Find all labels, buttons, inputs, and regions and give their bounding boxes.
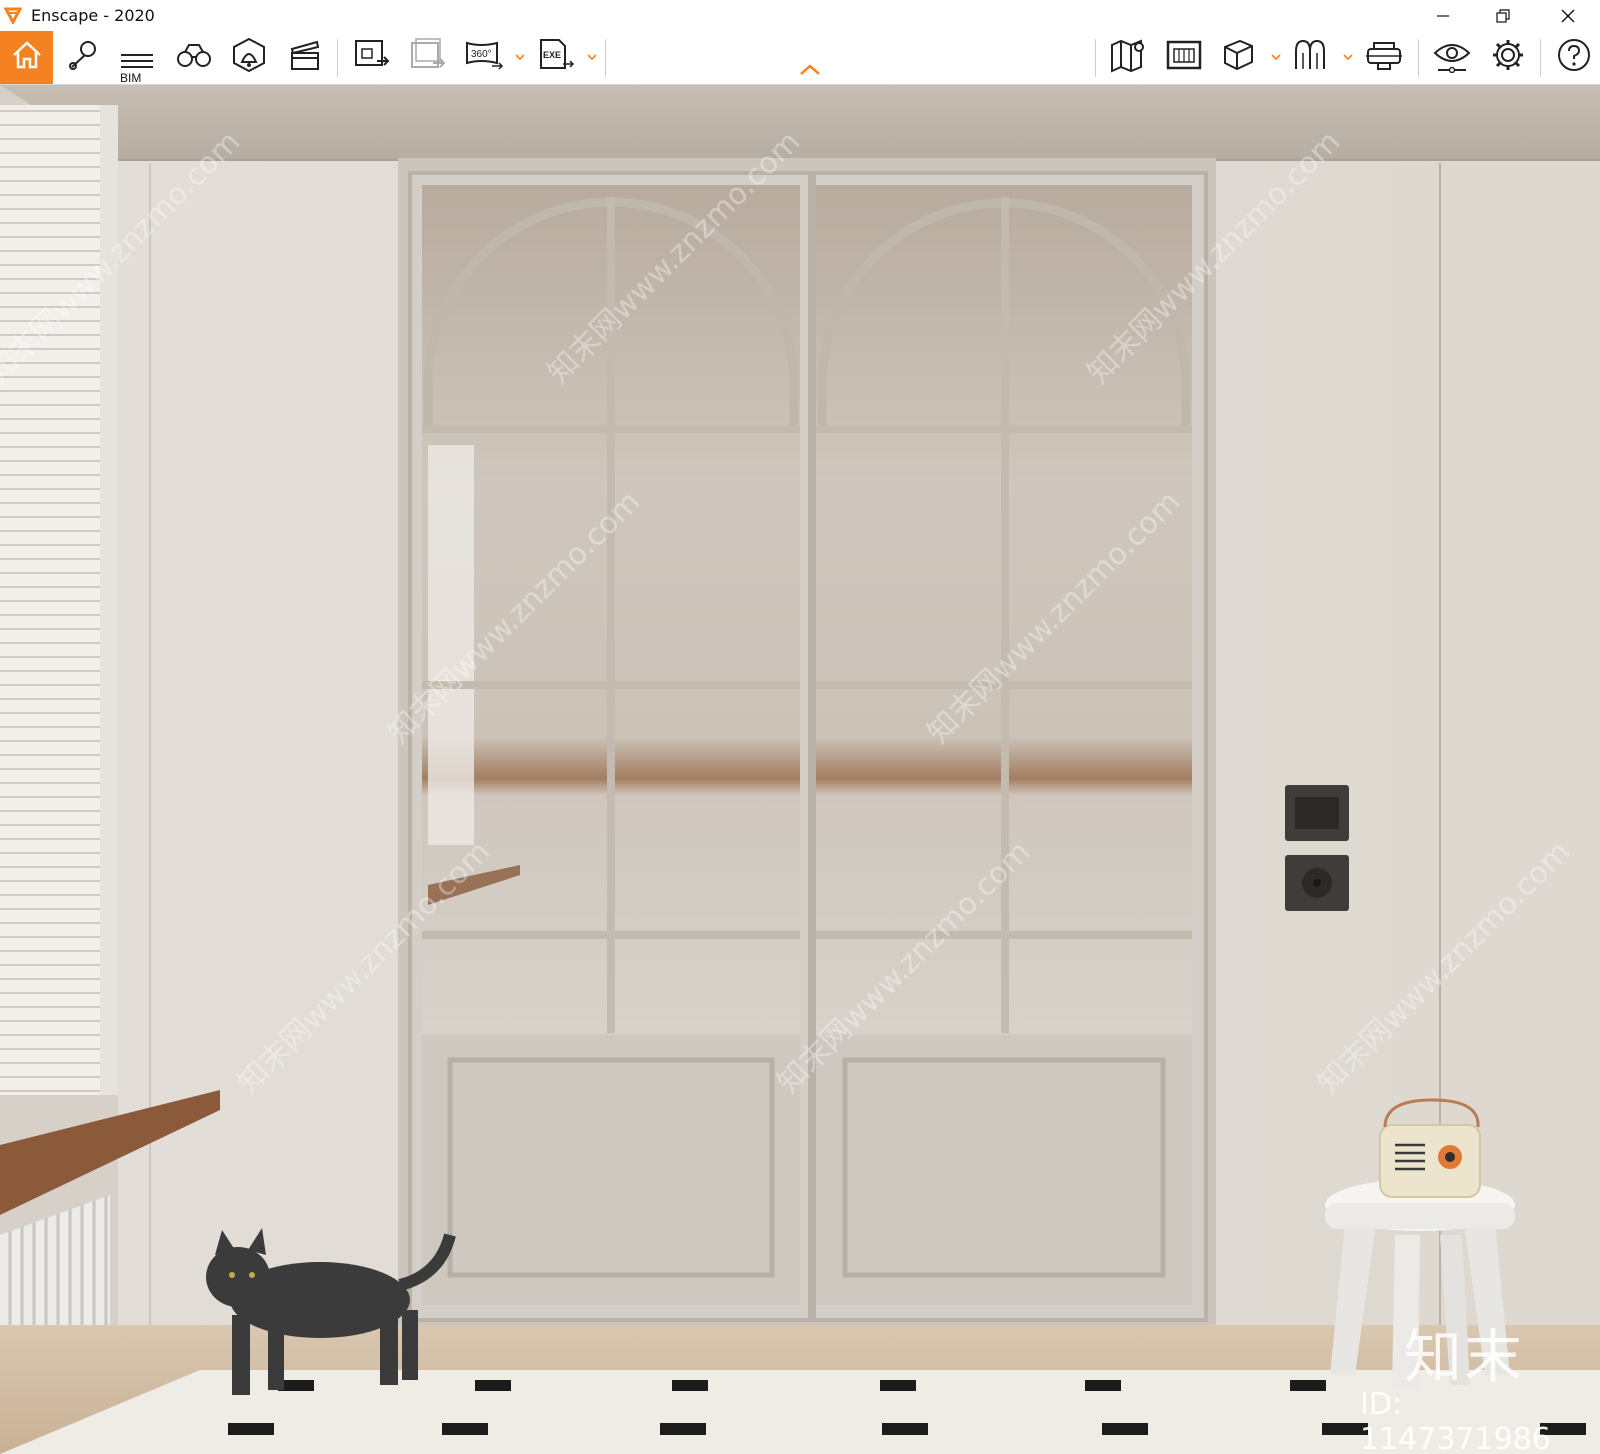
model-button[interactable] [1216, 31, 1260, 84]
enscape-logo-icon [3, 6, 23, 26]
watermark-id: ID: 1147371986 [1360, 1387, 1551, 1454]
toolbar-separator [605, 39, 606, 77]
export-exe-icon: EXE [537, 37, 575, 78]
toolbar-separator [1095, 39, 1096, 77]
settings-button[interactable] [1484, 31, 1532, 84]
render-viewport[interactable]: 知末网www.znzmo.com 知末网www.znzmo.com 知末网www… [0, 85, 1600, 1454]
pano-label: 360° [471, 49, 492, 60]
minimize-button[interactable] [1418, 0, 1468, 31]
clapper-icon [287, 37, 323, 78]
material-dropdown-caret[interactable] [1342, 51, 1354, 63]
safe-frame-button[interactable] [224, 31, 274, 84]
model-dropdown-caret[interactable] [1270, 51, 1282, 63]
export-dropdown-caret[interactable] [586, 51, 598, 63]
panorama-360-icon: 360° [464, 37, 504, 78]
toolbar-separator [337, 39, 338, 77]
close-button[interactable] [1543, 0, 1593, 31]
chevron-up-icon [799, 63, 821, 81]
home-button[interactable] [0, 31, 53, 84]
exe-label: EXE [543, 50, 561, 60]
rendered-scene: 知末网www.znzmo.com 知末网www.znzmo.com 知末网www… [0, 85, 1600, 1454]
views-button[interactable] [62, 31, 106, 84]
vr-headset-icon [1364, 37, 1404, 78]
toolbar-separator [1540, 39, 1541, 77]
panorama-button[interactable]: 360° [460, 31, 508, 84]
map-icon [1109, 37, 1147, 78]
export-image-icon [353, 37, 391, 78]
batch-render-button[interactable] [404, 31, 452, 84]
panorama-dropdown-caret[interactable] [514, 51, 526, 63]
map-button[interactable] [1104, 31, 1152, 84]
visual-settings-button[interactable] [1428, 31, 1476, 84]
collapse-toolbar-button[interactable] [795, 61, 825, 83]
screenshot-button[interactable] [348, 31, 396, 84]
toolbar-separator [1418, 39, 1419, 77]
video-editor-button[interactable] [280, 31, 330, 84]
help-icon [1557, 38, 1591, 77]
pin-icon [66, 37, 102, 78]
walk-mode-button[interactable] [170, 31, 218, 84]
help-button[interactable] [1552, 31, 1596, 84]
title-bar: Enscape - 2020 [0, 0, 1600, 31]
export-standalone-button[interactable]: EXE [534, 31, 578, 84]
cube-icon [1220, 37, 1256, 78]
bell-icon [230, 36, 268, 79]
watermark-logo: 知末 [1404, 1323, 1525, 1391]
asset-library-button[interactable] [1160, 31, 1208, 84]
home-icon [10, 38, 44, 77]
enscape-toolbar: BIM 360° EXE [0, 31, 1600, 85]
restore-button[interactable] [1478, 0, 1528, 31]
gear-icon [1490, 37, 1526, 78]
binoculars-icon [175, 40, 213, 75]
asset-library-icon [1165, 38, 1203, 77]
export-batch-icon [409, 37, 447, 78]
vr-headset-button[interactable] [1360, 31, 1408, 84]
material-editor-button[interactable] [1288, 31, 1332, 84]
window-title: Enscape - 2020 [31, 6, 155, 25]
eye-settings-icon [1432, 37, 1472, 78]
material-icon [1292, 37, 1328, 78]
bim-label: BIM [120, 71, 142, 85]
